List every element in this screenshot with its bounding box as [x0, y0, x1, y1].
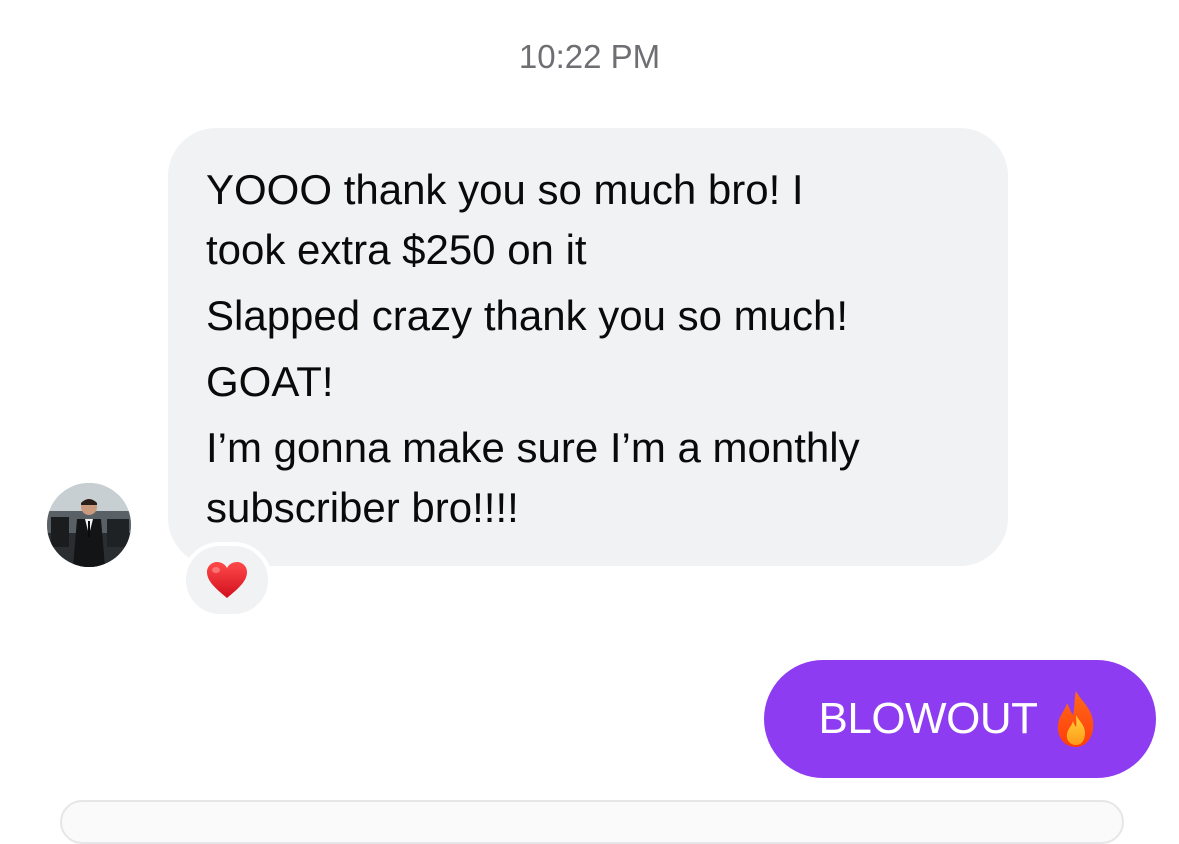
- message-line: YOOO thank you so much bro! I: [206, 166, 804, 213]
- message-line: subscriber bro!!!!: [206, 484, 519, 531]
- avatar[interactable]: [47, 483, 131, 567]
- message-line: took extra $250 on it: [206, 226, 587, 273]
- message-line: GOAT!: [206, 358, 334, 405]
- incoming-message-bubble[interactable]: YOOO thank you so much bro! I took extra…: [168, 128, 1008, 566]
- message-line: Slapped crazy thank you so much!: [206, 292, 849, 339]
- red-heart-icon: [207, 562, 247, 598]
- fire-icon: [1058, 691, 1094, 747]
- message-timestamp: 10:22 PM: [518, 38, 661, 75]
- message-composer[interactable]: [60, 800, 1124, 844]
- outgoing-message-bubble[interactable]: BLOWOUT: [764, 660, 1156, 778]
- message-line: I’m gonna make sure I’m a monthly: [206, 424, 860, 471]
- outgoing-message-text: BLOWOUT: [818, 694, 1038, 743]
- message-reaction[interactable]: [182, 542, 272, 618]
- avatar-photo: [47, 483, 131, 567]
